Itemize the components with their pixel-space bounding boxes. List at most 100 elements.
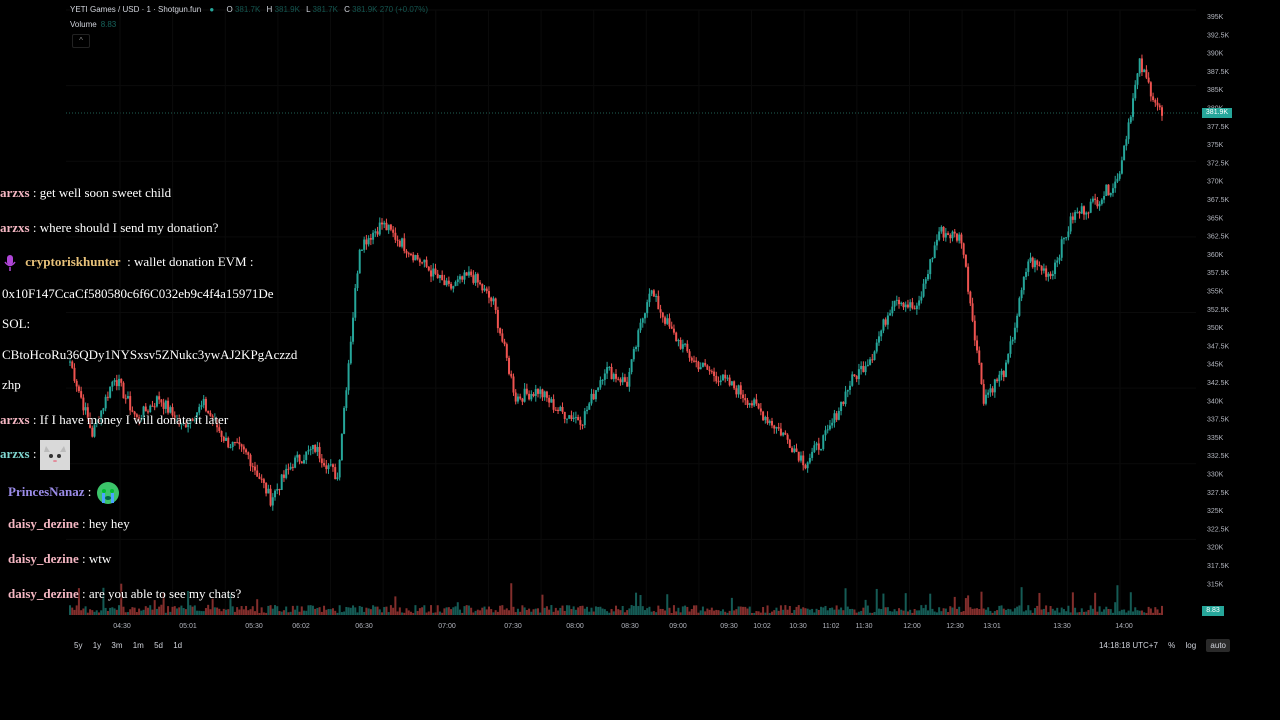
candle-body [958,234,961,241]
price-tick-label: 330K [1207,472,1224,479]
volume-bar [1105,606,1108,615]
volume-bar [655,612,658,615]
candle-body [153,406,156,408]
volume-bar [467,605,470,615]
volume-bar [372,605,375,615]
volume-bar [991,612,994,615]
volume-bar [577,607,580,615]
candle-body [880,330,883,337]
candle-body [1134,84,1137,99]
candle-body [601,379,604,381]
candle-body [1136,73,1139,85]
volume-bar [360,606,363,615]
candle-body [389,224,392,230]
volume-bar [686,606,689,615]
time-tick-label: 14:00 [1115,623,1133,630]
timeframe-1m[interactable]: 1m [133,641,144,650]
timeframe-3m[interactable]: 3m [111,641,122,650]
volume-bar [835,605,838,615]
volume-bar [1002,608,1005,615]
candle-body [554,409,557,411]
volume-bar [158,606,161,615]
candle-body [695,360,698,362]
volume-bar [97,612,100,615]
candle-body [648,293,651,303]
auto-toggle[interactable]: auto [1206,639,1230,652]
volume-bar [490,609,493,615]
volume-bar [434,612,437,615]
candle-body [750,403,753,406]
volume-bar [1045,605,1048,615]
volume-bar [771,611,773,615]
candle-body [615,373,617,379]
collapse-legend-button[interactable]: ^ [72,34,90,48]
volume-bar [833,609,836,615]
chat-username: arzxs [0,220,30,235]
time-tick-label: 12:30 [946,623,964,630]
candle-body [909,302,912,308]
volume-bar [701,606,704,615]
candle-body [866,364,869,367]
chat-text: : are you able to see my chats? [82,586,242,601]
timeframe-1y[interactable]: 1y [93,641,101,650]
candle-body [1016,315,1019,328]
percent-toggle[interactable]: % [1168,641,1175,650]
volume-bar [724,611,727,615]
candle-body [1116,178,1119,182]
price-tick-label: 355K [1207,289,1224,296]
timeframe-1d[interactable]: 1d [173,641,182,650]
volume-bar [171,606,174,615]
volume-bar [721,609,724,615]
log-toggle[interactable]: log [1186,641,1197,650]
volume-bar [552,611,555,615]
volume-bar [530,611,533,615]
volume-bar [637,606,640,615]
volume-bar [131,607,134,615]
candle-body [886,315,889,325]
clock[interactable]: 14:18:18 UTC+7 [1099,641,1158,650]
volume-bar [951,607,954,615]
candle-body [942,226,945,238]
candle-body [412,254,415,261]
candle-body [258,476,261,479]
volume-bar [704,611,707,615]
volume-bar [817,609,820,615]
candle-body [777,427,780,429]
candle-body [733,381,736,389]
volume-bar [494,610,497,615]
volume-bar [880,608,883,615]
candle-body [1149,82,1152,97]
volume-bar [405,608,408,615]
volume-bar [376,606,379,615]
timeframe-5d[interactable]: 5d [154,641,163,650]
volume-bar [1087,610,1090,615]
candle-body [323,463,326,466]
candle-body [913,308,916,310]
chat-username: daisy_dezine [8,516,79,531]
candle-body [933,245,936,259]
volume-bar [764,612,767,615]
symbol-title[interactable]: YETI Games / USD · 1 · Shotgun.fun [70,5,201,14]
volume-bar [307,605,310,615]
candle-body [267,488,270,494]
candle-body [964,254,967,267]
candle-body [537,389,539,394]
volume-bar [505,608,508,615]
volume-bar [1116,585,1119,615]
volume-bar [394,596,397,615]
volume-bar [668,607,671,615]
volume-bar [615,605,617,615]
volume-bar [893,609,896,615]
candle-body [396,239,399,241]
volume-bar [715,609,718,615]
volume-bar [984,609,987,615]
volume-bar [483,606,486,615]
candle-body [236,442,239,444]
volume-bar [418,608,421,615]
time-tick-label: 12:00 [903,623,921,630]
chat-username: daisy_dezine [8,586,79,601]
candle-body [677,340,680,342]
timeframe-5y[interactable]: 5y [74,641,82,650]
candle-body [548,397,551,403]
volume-bar [95,610,98,615]
